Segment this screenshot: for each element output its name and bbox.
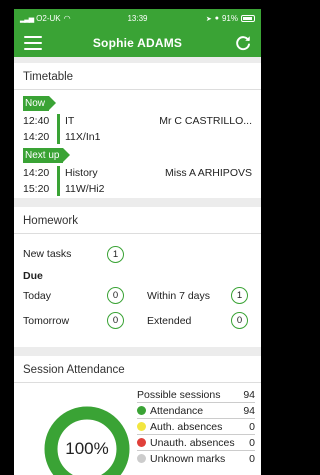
next-up-tag: Next up bbox=[23, 148, 72, 163]
due-heading: Due bbox=[23, 270, 43, 282]
hamburger-icon[interactable] bbox=[24, 35, 42, 50]
due-extended-count[interactable]: 0 bbox=[231, 312, 248, 329]
legend-dot-icon bbox=[137, 422, 146, 431]
attendance-row-value: 0 bbox=[249, 420, 255, 433]
signal-icon: ▂▃▅ bbox=[20, 15, 34, 23]
status-bar: ▂▃▅ O2-UK ◠ 13:39 ➤ ● 91% bbox=[14, 9, 261, 28]
due-tomorrow-count[interactable]: 0 bbox=[107, 312, 124, 329]
attendance-row-left: Unauth. absences bbox=[137, 437, 235, 449]
page-title: Sophie ADAMS bbox=[92, 35, 183, 50]
legend-dot-icon bbox=[137, 406, 146, 415]
battery-icon bbox=[241, 15, 255, 22]
timetable-title: Timetable bbox=[23, 71, 74, 83]
new-tasks-row[interactable]: New tasks 1 bbox=[23, 242, 252, 266]
carrier-label: O2-UK bbox=[36, 14, 61, 23]
divider bbox=[14, 233, 261, 234]
lesson-bar bbox=[57, 114, 60, 144]
lesson-group: 11W/Hi2 bbox=[65, 183, 105, 195]
attendance-row-label: Auth. absences bbox=[150, 420, 223, 433]
divider bbox=[14, 89, 261, 90]
attendance-row-label: Attendance bbox=[150, 404, 204, 417]
lesson-group: 11X/In1 bbox=[65, 131, 101, 143]
lesson-end-time: 15:20 bbox=[23, 183, 50, 195]
attendance-title: Session Attendance bbox=[23, 364, 125, 376]
possible-sessions-label: Possible sessions bbox=[137, 388, 221, 401]
due-today-label: Today bbox=[23, 289, 52, 302]
current-lesson[interactable]: 12:40 14:20 IT Mr C CASTRILLO... 11X/In1 bbox=[23, 113, 252, 145]
attendance-row: Unknown marks 0 bbox=[137, 450, 255, 466]
lesson-subject: IT bbox=[65, 115, 75, 127]
due-within7-count[interactable]: 1 bbox=[231, 287, 248, 304]
attendance-row-left: Attendance bbox=[137, 405, 203, 417]
lesson-end-time: 14:20 bbox=[23, 131, 50, 143]
attendance-rows: Attendance 94 Auth. absences 0 Unauth. absen… bbox=[137, 402, 255, 466]
lesson-teacher: Miss A ARHIPOVS bbox=[165, 167, 252, 179]
attendance-row: Unauth. absences 0 bbox=[137, 434, 255, 450]
now-tag: Now bbox=[23, 96, 57, 111]
app-bar: Sophie ADAMS bbox=[14, 28, 261, 57]
phone-screen: ▂▃▅ O2-UK ◠ 13:39 ➤ ● 91% Sophie ADAMS T… bbox=[14, 9, 261, 475]
new-tasks-count: 1 bbox=[107, 245, 124, 263]
wifi-icon: ◠ bbox=[63, 14, 71, 23]
due-today-count[interactable]: 0 bbox=[107, 287, 124, 304]
attendance-row-label: Unauth. absences bbox=[150, 436, 235, 449]
refresh-icon[interactable] bbox=[233, 33, 253, 53]
timetable-card[interactable]: Timetable Now 12:40 14:20 IT Mr C CASTRI… bbox=[14, 63, 261, 198]
location-icon: ➤ bbox=[205, 15, 212, 23]
attendance-row: Attendance 94 bbox=[137, 402, 255, 418]
lesson-bar bbox=[57, 166, 60, 196]
due-within7-label: Within 7 days bbox=[147, 289, 211, 302]
lesson-teacher: Mr C CASTRILLO... bbox=[159, 115, 252, 127]
legend-dot-icon bbox=[137, 438, 146, 447]
divider bbox=[14, 382, 261, 383]
attendance-stats: Possible sessions 94 Attendance 94 Auth. a… bbox=[137, 387, 255, 466]
lesson-subject: History bbox=[65, 167, 98, 179]
attendance-row: Auth. absences 0 bbox=[137, 418, 255, 434]
due-tomorrow-label: Tomorrow bbox=[23, 314, 70, 327]
attendance-row-value: 0 bbox=[249, 452, 255, 465]
due-extended-label: Extended bbox=[147, 314, 192, 327]
homework-card[interactable]: Homework New tasks 1 Due Today 0 Within … bbox=[14, 207, 261, 347]
attendance-row-left: Unknown marks bbox=[137, 453, 225, 465]
due-grid: Today 0 Within 7 days 1 Tomorrow 0 Exten… bbox=[23, 287, 252, 329]
alarm-icon: ● bbox=[214, 15, 219, 22]
attendance-row-left: Auth. absences bbox=[137, 421, 222, 433]
possible-sessions-row: Possible sessions 94 bbox=[137, 387, 255, 402]
lesson-start-time: 14:20 bbox=[23, 167, 50, 179]
new-tasks-label: New tasks bbox=[23, 248, 72, 260]
attendance-row-value: 0 bbox=[249, 436, 255, 449]
attendance-card[interactable]: Session Attendance 100% Possible session… bbox=[14, 356, 261, 475]
attendance-row-value: 94 bbox=[243, 404, 255, 417]
attendance-row-label: Unknown marks bbox=[150, 452, 226, 465]
attendance-percent: 100% bbox=[65, 439, 109, 458]
lesson-start-time: 12:40 bbox=[23, 115, 50, 127]
attendance-donut: 100% bbox=[44, 406, 130, 475]
next-lesson[interactable]: 14:20 15:20 History Miss A ARHIPOVS 11W/… bbox=[23, 165, 252, 197]
battery-percent: 91% bbox=[221, 14, 238, 23]
homework-title: Homework bbox=[23, 215, 78, 227]
possible-sessions-value: 94 bbox=[243, 388, 255, 401]
legend-dot-icon bbox=[137, 454, 146, 463]
